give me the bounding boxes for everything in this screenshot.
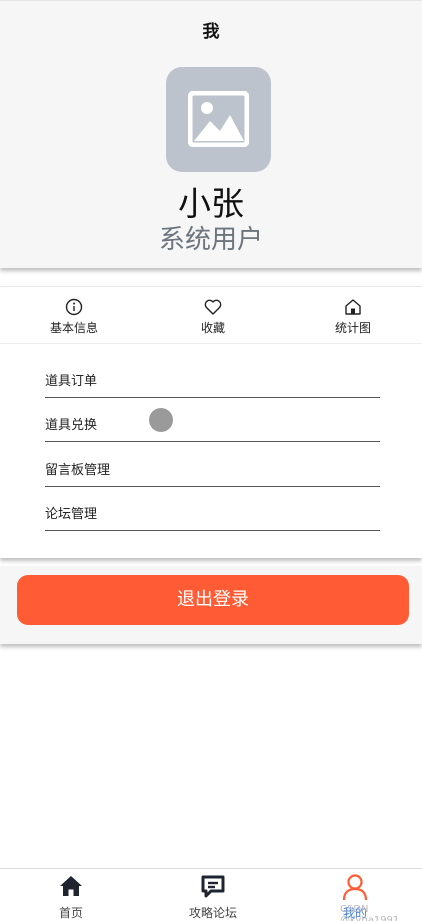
logout-button[interactable]: 退出登录	[17, 575, 409, 625]
menu-item-prop-exchange[interactable]: 道具兑换	[45, 398, 380, 442]
page-title: 我	[202, 22, 220, 42]
chat-icon	[168, 873, 258, 901]
tab-label: 首页	[58, 906, 83, 920]
menu-item-label: 留言板管理	[45, 463, 111, 478]
image-placeholder-icon	[188, 91, 249, 147]
info-circle-icon	[34, 297, 114, 317]
menu-item-forum-management[interactable]: 论坛管理	[45, 487, 380, 531]
quick-link-favorites[interactable]: 收藏	[173, 297, 253, 336]
quick-link-basic-info[interactable]: 基本信息	[34, 297, 114, 336]
home-icon	[313, 297, 393, 317]
user-name: 小张	[178, 184, 244, 223]
avatar[interactable]	[166, 67, 271, 172]
touch-indicator	[149, 408, 173, 432]
quick-links: 基本信息 收藏 统计图	[0, 287, 422, 344]
tab-home[interactable]: 首页	[26, 873, 116, 921]
menu-item-label: 道具兑换	[45, 418, 98, 433]
menu-item-prop-orders[interactable]: 道具订单	[45, 354, 380, 398]
user-role: 系统用户	[158, 225, 263, 255]
quick-link-label: 统计图	[334, 321, 371, 335]
tab-forum[interactable]: 攻略论坛	[168, 873, 258, 921]
tab-label: 攻略论坛	[188, 906, 237, 920]
heart-icon	[173, 297, 253, 317]
menu-item-message-board[interactable]: 留言板管理	[45, 443, 380, 487]
watermark: CSDN @kyba1991	[340, 904, 400, 921]
quick-link-label: 基本信息	[49, 321, 98, 335]
menu-item-label: 道具订单	[45, 374, 98, 389]
menu-item-label: 论坛管理	[45, 507, 98, 522]
menu-panel: 基本信息 收藏 统计图 道具订单 道具兑换 留言板管理 论坛管理	[0, 286, 422, 558]
profile-header: 我 小张 系统用户	[0, 0, 422, 268]
quick-link-label: 收藏	[200, 321, 225, 335]
home-filled-icon	[26, 873, 116, 901]
logout-section: 退出登录	[0, 566, 422, 644]
user-icon	[310, 873, 400, 901]
quick-link-statistics[interactable]: 统计图	[313, 297, 393, 336]
